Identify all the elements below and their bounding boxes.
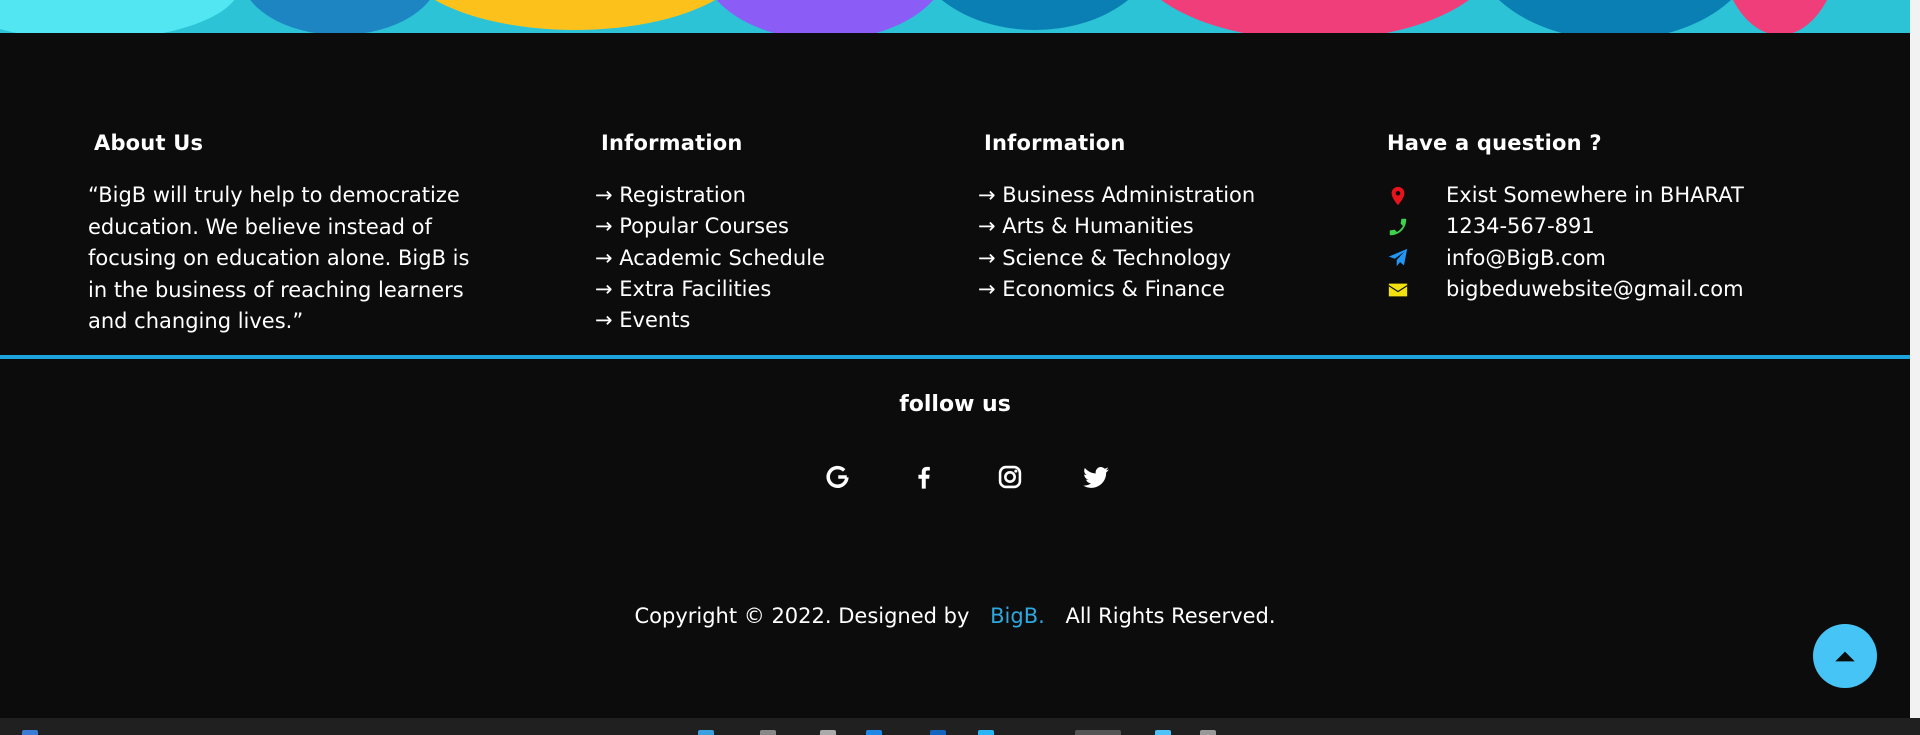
decorative-banner bbox=[0, 0, 1910, 33]
page-scrollbar[interactable] bbox=[1910, 0, 1920, 718]
taskbar-app-icon[interactable] bbox=[760, 730, 776, 735]
link-business-administration[interactable]: → Business Administration bbox=[978, 180, 1255, 211]
contact-phone: 1234-567-891 bbox=[1387, 211, 1744, 242]
windows-start-icon[interactable] bbox=[22, 730, 38, 735]
contact-address-text: Exist Somewhere in BHARAT bbox=[1446, 183, 1744, 207]
link-popular-courses[interactable]: → Popular Courses bbox=[595, 211, 825, 242]
about-text: “BigB will truly help to democratize edu… bbox=[88, 183, 470, 333]
brand-link[interactable]: BigB. bbox=[990, 604, 1045, 628]
contact-address: Exist Somewhere in BHARAT bbox=[1387, 180, 1744, 211]
facebook-icon bbox=[918, 466, 930, 489]
instagram-link[interactable] bbox=[967, 460, 1053, 494]
contact-section: Have a question ? Exist Somewhere in BHA… bbox=[1387, 131, 1744, 305]
taskbar-app-icon[interactable] bbox=[820, 730, 836, 735]
taskbar-app-icon[interactable] bbox=[1155, 730, 1171, 735]
information-section-1: Information → Registration → Popular Cou… bbox=[595, 131, 825, 336]
contact-list: Exist Somewhere in BHARAT 1234-567-891 i… bbox=[1387, 180, 1744, 305]
information-links-1: → Registration → Popular Courses → Acade… bbox=[595, 180, 825, 336]
map-marker-icon bbox=[1387, 185, 1409, 207]
google-icon bbox=[826, 465, 849, 488]
contact-email-info: info@BigB.com bbox=[1387, 243, 1744, 274]
information-section-2: Information → Business Administration → … bbox=[978, 131, 1255, 305]
os-taskbar bbox=[0, 718, 1920, 735]
information-title-1: Information bbox=[601, 131, 743, 155]
envelope-icon bbox=[1387, 279, 1409, 301]
information-title-2: Information bbox=[984, 131, 1126, 155]
link-science-technology[interactable]: → Science & Technology bbox=[978, 243, 1255, 274]
link-academic-schedule[interactable]: → Academic Schedule bbox=[595, 243, 825, 274]
google-link[interactable] bbox=[795, 460, 881, 494]
twitter-link[interactable] bbox=[1053, 460, 1139, 494]
about-title: About Us bbox=[94, 131, 204, 155]
paper-plane-icon bbox=[1387, 247, 1409, 269]
twitter-icon bbox=[1083, 466, 1109, 488]
taskbar-app-icon[interactable] bbox=[978, 730, 994, 735]
contact-email-gmail: bigbeduwebsite@gmail.com bbox=[1387, 274, 1744, 305]
taskbar-app-icon[interactable] bbox=[698, 730, 714, 735]
about-section: About Us “BigB will truly help to democr… bbox=[88, 131, 488, 338]
caret-up-icon bbox=[1835, 651, 1855, 662]
social-links bbox=[795, 460, 1139, 494]
taskbar-app-icon[interactable] bbox=[930, 730, 946, 735]
link-events[interactable]: → Events bbox=[595, 305, 825, 336]
copyright: Copyright © 2022. Designed by BigB. All … bbox=[0, 604, 1910, 628]
link-economics-finance[interactable]: → Economics & Finance bbox=[978, 274, 1255, 305]
footer-divider bbox=[0, 355, 1910, 359]
taskbar-app-icon[interactable] bbox=[866, 730, 882, 735]
taskbar-active-app-icon[interactable] bbox=[1075, 730, 1121, 735]
page: About Us “BigB will truly help to democr… bbox=[0, 0, 1920, 735]
facebook-link[interactable] bbox=[881, 460, 967, 494]
contact-phone-text[interactable]: 1234-567-891 bbox=[1446, 211, 1595, 242]
information-links-2: → Business Administration → Arts & Human… bbox=[978, 180, 1255, 305]
copyright-suffix: All Rights Reserved. bbox=[1065, 604, 1276, 628]
link-extra-facilities[interactable]: → Extra Facilities bbox=[595, 274, 825, 305]
contact-title: Have a question ? bbox=[1387, 131, 1602, 155]
back-to-top-button[interactable] bbox=[1813, 624, 1877, 688]
link-arts-humanities[interactable]: → Arts & Humanities bbox=[978, 211, 1255, 242]
phone-icon bbox=[1387, 216, 1409, 238]
copyright-prefix: Copyright © 2022. Designed by bbox=[634, 604, 970, 628]
follow-us-title: follow us bbox=[899, 392, 1011, 417]
link-registration[interactable]: → Registration bbox=[595, 180, 825, 211]
contact-email-info-text[interactable]: info@BigB.com bbox=[1446, 243, 1606, 274]
instagram-icon bbox=[998, 465, 1022, 489]
contact-email-gmail-text[interactable]: bigbeduwebsite@gmail.com bbox=[1446, 274, 1744, 305]
footer-columns: About Us “BigB will truly help to democr… bbox=[0, 33, 1910, 355]
taskbar-app-icon[interactable] bbox=[1200, 730, 1216, 735]
